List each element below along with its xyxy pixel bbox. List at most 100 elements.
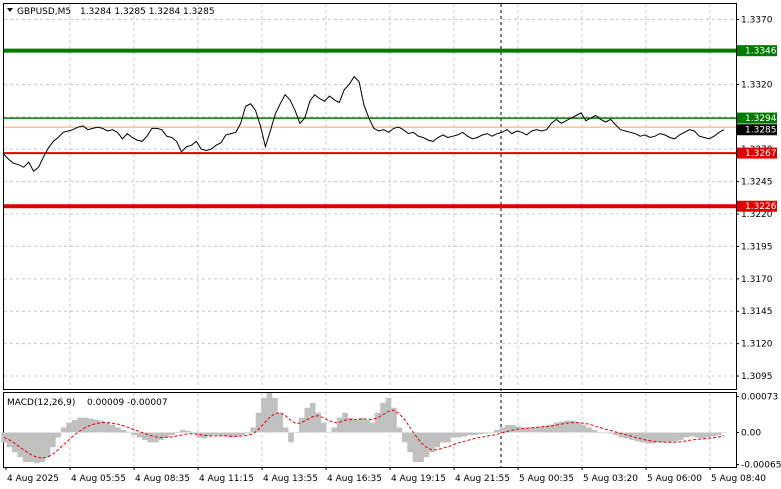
macd-bar (510, 425, 516, 433)
price-level-label: 1.3226 (745, 202, 777, 212)
macd-bar (694, 432, 700, 438)
macd-bar (244, 432, 251, 434)
macd-bar (369, 422, 376, 433)
macd-bar (385, 397, 392, 433)
price-axis: 1.33701.33451.33201.32951.32701.32451.32… (736, 16, 773, 382)
macd-bar (380, 402, 386, 433)
macd-bar (147, 432, 154, 443)
time-axis-tick-label: 4 Aug 16:35 (327, 474, 382, 484)
macd-bar (71, 420, 78, 433)
macd-bar (596, 432, 603, 433)
time-axis-tick-label: 4 Aug 08:35 (135, 474, 190, 484)
time-axis-tick-label: 5 Aug 00:35 (519, 474, 574, 484)
price-axis-tick-label: 1.3170 (741, 275, 773, 285)
macd-bar (439, 432, 446, 443)
macd-bar (445, 432, 451, 443)
price-axis-tick-label: 1.3095 (741, 372, 773, 382)
macd-bar (461, 432, 468, 437)
macd-bar (82, 417, 89, 433)
macd-bar (580, 424, 587, 433)
price-axis-tick-label: 1.3120 (741, 340, 773, 350)
time-axis-tick-label: 4 Aug 2025 (7, 474, 59, 484)
macd-bar (613, 432, 619, 435)
macd-name-label: MACD(12,26,9) (7, 398, 75, 408)
macd-bar (418, 432, 424, 463)
macd-bar (623, 432, 630, 439)
price-axis-tick-label: 1.3370 (741, 16, 773, 26)
macd-bar (472, 432, 478, 435)
macd-bar (125, 432, 132, 433)
ohlc-values: 1.3284 1.3285 1.3284 1.3285 (80, 7, 215, 17)
macd-bar (667, 432, 673, 443)
macd-bar (488, 432, 495, 433)
macd-bar (396, 427, 403, 433)
time-axis-tick-label: 5 Aug 06:00 (647, 474, 702, 484)
macd-bar (93, 419, 99, 433)
macd-bar (423, 432, 430, 458)
macd-bar (564, 420, 570, 433)
macd-bar (531, 427, 538, 433)
time-axis-tick-label: 4 Aug 11:15 (199, 474, 254, 484)
macd-bar (645, 432, 652, 444)
macd-bar (77, 417, 83, 433)
macd-bar (493, 430, 500, 433)
macd-bar (661, 432, 668, 443)
macd-bar (656, 432, 662, 443)
macd-bar (342, 412, 348, 433)
macd-bar (190, 432, 197, 434)
macd-bar (466, 432, 473, 435)
time-axis-tick-label: 4 Aug 05:55 (71, 474, 126, 484)
macd-bar (239, 432, 246, 435)
macd-bar (705, 432, 711, 438)
macd-values-label: 0.00009 -0.00007 (87, 398, 168, 408)
macd-axis: 0.00073 0.00 -0.00065 (736, 392, 781, 471)
macd-bar (174, 432, 181, 433)
macd-bar (22, 432, 29, 463)
macd-bar (477, 432, 484, 434)
macd-bar (591, 430, 598, 433)
macd-bar (320, 422, 327, 433)
macd-bar (131, 432, 137, 435)
price-level-label: 1.3346 (745, 47, 777, 57)
macd-axis-tick-label: 0.00073 (741, 392, 778, 402)
macd-bar (163, 432, 170, 438)
macd-bar (553, 422, 560, 433)
price-level-label: 1.3285 (745, 126, 777, 136)
macd-bar (266, 393, 273, 433)
macd-bar (483, 432, 489, 434)
macd-bar (456, 432, 462, 438)
macd-bar (586, 427, 592, 433)
macd-bar (277, 412, 284, 433)
price-axis-tick-label: 1.3320 (741, 80, 773, 90)
macd-bar (309, 402, 316, 433)
macd-bar (299, 417, 305, 433)
macd-bar (401, 432, 408, 443)
macd-bar (304, 407, 311, 433)
macd-bar (50, 432, 56, 448)
macd-bar (364, 420, 370, 433)
macd-bar (688, 432, 695, 437)
macd-bar (288, 432, 294, 443)
time-axis-tick-label: 4 Aug 13:55 (263, 474, 318, 484)
macd-bar (60, 427, 67, 433)
macd-bar (602, 432, 608, 433)
macd-bar (282, 427, 289, 433)
macd-bar (120, 430, 127, 433)
macd-bar (450, 432, 457, 438)
macd-axis-tick-label: 0.00 (741, 428, 761, 438)
macd-bar (169, 432, 175, 435)
macd-bar (434, 432, 441, 448)
macd-bar (109, 424, 116, 433)
macd-bar (391, 407, 397, 433)
macd-bar (326, 432, 332, 433)
chart-canvas[interactable]: 1.33701.33451.33201.32951.32701.32451.32… (0, 0, 781, 489)
macd-bar (412, 432, 419, 463)
macd-bar (607, 432, 614, 434)
macd-bar (699, 432, 706, 439)
price-level-label: 1.3294 (745, 114, 777, 124)
price-axis-tick-label: 1.3195 (741, 242, 773, 252)
macd-bar (358, 417, 365, 433)
macd-bar (499, 427, 505, 433)
time-axis-tick-label: 5 Aug 03:20 (583, 474, 638, 484)
macd-bar (678, 432, 684, 440)
